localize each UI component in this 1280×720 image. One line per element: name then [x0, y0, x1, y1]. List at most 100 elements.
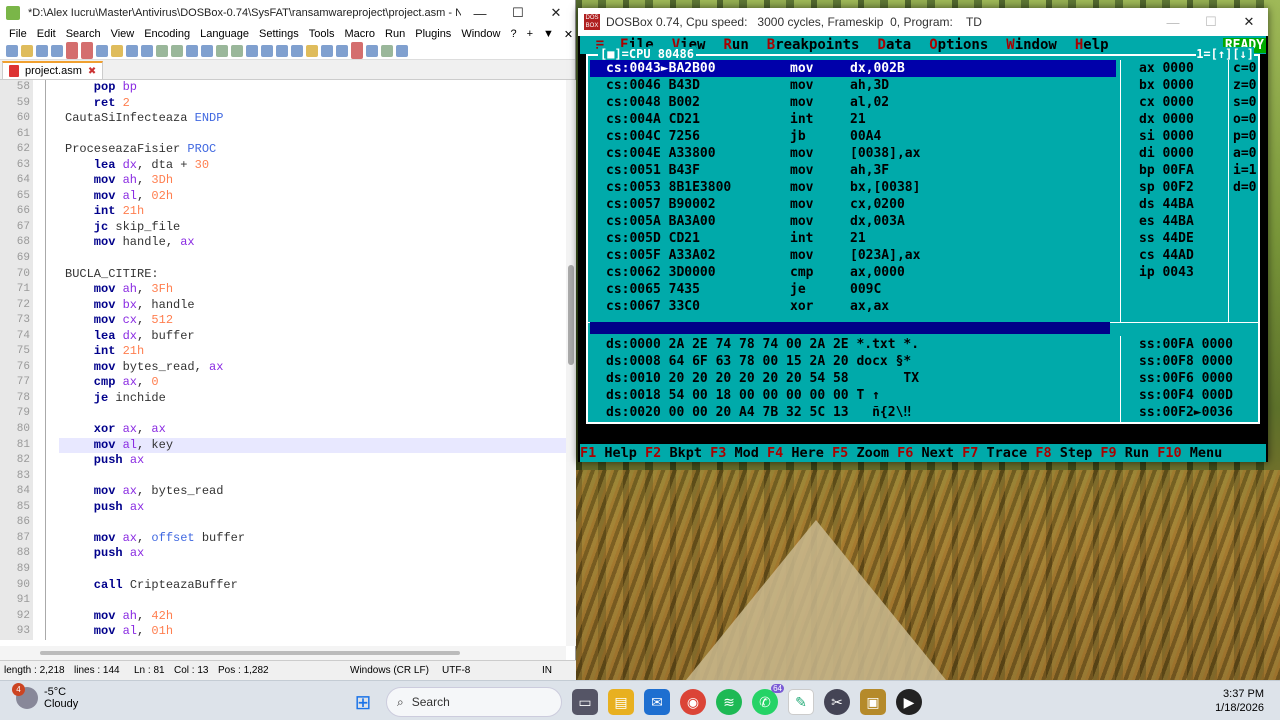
code-line[interactable]: 67 jc skip_file [0, 219, 568, 236]
open-file-icon[interactable] [21, 44, 33, 57]
register-row[interactable]: sp 00F2 [1139, 179, 1228, 196]
stack-row[interactable]: ss:00F2►0036 [1139, 404, 1260, 421]
code-line[interactable]: 89 [0, 561, 568, 578]
disasm-row[interactable]: cs:0053 8B1E3800 mov bx,[0038] [590, 179, 1116, 196]
dump-row[interactable]: ds:0010 20 20 20 20 20 20 54 58 TX [590, 370, 1120, 387]
code-line[interactable]: 91 [0, 593, 568, 609]
spotify-icon[interactable]: ≋ [716, 689, 742, 715]
code-line[interactable]: 80 xor ax, ax [0, 422, 568, 438]
code-line[interactable]: 74 lea dx, buffer [0, 328, 568, 345]
line-code[interactable]: mov al, 01h [59, 624, 568, 640]
undo-icon[interactable] [156, 44, 168, 57]
maximize-icon[interactable]: ☐ [499, 5, 537, 21]
line-code[interactable]: jc skip_file [59, 220, 568, 236]
disasm-row[interactable]: cs:0046 B43D mov ah,3D [590, 77, 1116, 94]
media-player-icon[interactable]: ▶ [896, 689, 922, 715]
dump-row[interactable]: ds:0000 2A 2E 74 78 74 00 2A 2E *.txt *. [590, 336, 1120, 353]
fkey-f5[interactable]: F5 [832, 445, 848, 461]
code-editor[interactable]: 58 pop bp 59 ret 2 60 CautaSiInfecteaza END… [0, 80, 568, 646]
register-row[interactable]: bp 00FA [1139, 162, 1228, 179]
fkey-f4[interactable]: F4 [767, 445, 783, 461]
close-file-icon[interactable] [66, 42, 78, 59]
disasm-row[interactable]: cs:004E A33800 mov [0038],ax [590, 145, 1116, 162]
line-code[interactable]: mov ah, 42h [59, 609, 568, 625]
code-line[interactable]: 70 BUCLA_CITIRE: [0, 266, 568, 283]
line-code[interactable]: push ax [59, 546, 568, 562]
close-icon[interactable]: ✕ [537, 5, 575, 21]
registers-pane[interactable]: ax 0000 bx 0000 cx 0000 dx 0000 si 0000 di 00… [1120, 60, 1228, 322]
menu-macro[interactable]: Macro [344, 28, 375, 40]
code-line[interactable]: 93 mov al, 01h [0, 624, 568, 640]
dump-row[interactable]: ds:0008 64 6F 63 78 00 15 2A 20 docx §* [590, 353, 1120, 370]
editor-horizontal-scrollbar[interactable] [0, 646, 566, 660]
disasm-row[interactable]: cs:005A BA3A00 mov dx,003A [590, 213, 1116, 230]
menu-settings[interactable]: Settings [259, 28, 299, 40]
line-code[interactable]: mov ax, bytes_read [59, 484, 568, 500]
system-clock[interactable]: 3:37 PM 1/18/2026 [1215, 687, 1264, 715]
menu-encoding[interactable]: Encoding [144, 28, 190, 40]
code-line[interactable]: 59 ret 2 [0, 95, 568, 112]
dump-row[interactable]: ds:0020 00 00 20 A4 7B 32 5C 13 ñ{2\‼ [590, 404, 1120, 421]
scroll-thumb[interactable] [568, 265, 574, 365]
fkey-f8[interactable]: F8 [1035, 445, 1051, 461]
code-line[interactable]: 84 mov ax, bytes_read [0, 484, 568, 500]
memory-dump-pane[interactable]: ds:0000 2A 2E 74 78 74 00 2A 2E *.txt *.… [590, 336, 1120, 424]
copy-icon[interactable] [126, 44, 138, 57]
fkey-f7[interactable]: F7 [962, 445, 978, 461]
menu-view[interactable]: View [111, 28, 135, 40]
line-code[interactable]: ProceseazaFisier PROC [59, 142, 568, 158]
replace-icon[interactable] [201, 44, 213, 57]
code-line[interactable]: 63 lea dx, dta + 30 [0, 157, 568, 174]
disasm-row[interactable]: cs:0057 B90002 mov cx,0200 [590, 196, 1116, 213]
paste-icon[interactable] [141, 44, 153, 57]
flag-row[interactable]: o=0 [1233, 111, 1262, 128]
menu-tools[interactable]: Tools [309, 28, 335, 40]
weather-widget[interactable]: 4 -5°C Cloudy [12, 683, 78, 710]
zoom-out-icon[interactable] [231, 44, 243, 57]
code-line[interactable]: 87 mov ax, offset buffer [0, 530, 568, 547]
zoom-in-icon[interactable] [216, 44, 228, 57]
code-line[interactable]: 61 [0, 126, 568, 143]
indent-guide-icon[interactable] [306, 44, 318, 57]
dosbox-taskbar-icon[interactable]: ▣ [860, 689, 886, 715]
line-code[interactable]: call CripteazaBuffer [59, 578, 568, 594]
play-macro-icon[interactable] [381, 44, 393, 57]
stack-pane[interactable]: ss:00FA 0000 ss:00F8 0000 ss:00F6 0000 ss:0… [1120, 336, 1260, 424]
line-code[interactable]: push ax [59, 500, 568, 516]
menu-language[interactable]: Language [200, 28, 249, 40]
line-code[interactable]: push ax [59, 453, 568, 469]
doc-window-control[interactable]: ▼ [543, 28, 554, 41]
save-all-icon[interactable] [51, 44, 63, 57]
register-row[interactable]: ip 0043 [1139, 264, 1228, 281]
line-code[interactable] [59, 593, 568, 609]
td-menu-options[interactable]: Options [929, 37, 988, 53]
line-code[interactable] [59, 406, 568, 422]
flag-row[interactable]: d=0 [1233, 179, 1262, 196]
line-code[interactable]: je inchide [59, 391, 568, 407]
td-menu-data[interactable]: Data [878, 37, 912, 53]
td-menu-help[interactable]: Help [1075, 37, 1109, 53]
menu-run[interactable]: Run [385, 28, 405, 40]
menu-file[interactable]: File [9, 28, 27, 40]
code-line[interactable]: 77 cmp ax, 0 [0, 375, 568, 391]
register-row[interactable]: ds 44BA [1139, 196, 1228, 213]
code-line[interactable]: 69 [0, 251, 568, 267]
register-row[interactable]: cs 44AD [1139, 247, 1228, 264]
flags-pane[interactable]: c=0 z=0 s=0 o=0 p=0 a=0 i=1 d=0 [1228, 60, 1262, 322]
line-code[interactable] [59, 515, 568, 531]
line-code[interactable]: mov bx, handle [59, 298, 568, 314]
flag-row[interactable]: c=0 [1233, 60, 1262, 77]
line-code[interactable]: mov ah, 3Fh [59, 282, 568, 298]
register-row[interactable]: ax 0000 [1139, 60, 1228, 77]
code-line[interactable]: 92 mov ah, 42h [0, 608, 568, 625]
line-code[interactable]: mov ax, offset buffer [59, 531, 568, 547]
code-line[interactable]: 62 ProceseazaFisier PROC [0, 142, 568, 158]
disasm-row[interactable]: cs:004C 7256 jb 00A4 [590, 128, 1116, 145]
outlook-icon[interactable]: ✉ [644, 689, 670, 715]
taskbar-search[interactable]: ⌕ Search [386, 687, 562, 717]
disasm-row[interactable]: cs:0051 B43F mov ah,3F [590, 162, 1116, 179]
register-row[interactable]: ss 44DE [1139, 230, 1228, 247]
line-code[interactable]: mov bytes_read, ax [59, 360, 568, 376]
flag-row[interactable]: z=0 [1233, 77, 1262, 94]
disasm-row[interactable]: cs:0067 33C0 xor ax,ax [590, 298, 1116, 315]
